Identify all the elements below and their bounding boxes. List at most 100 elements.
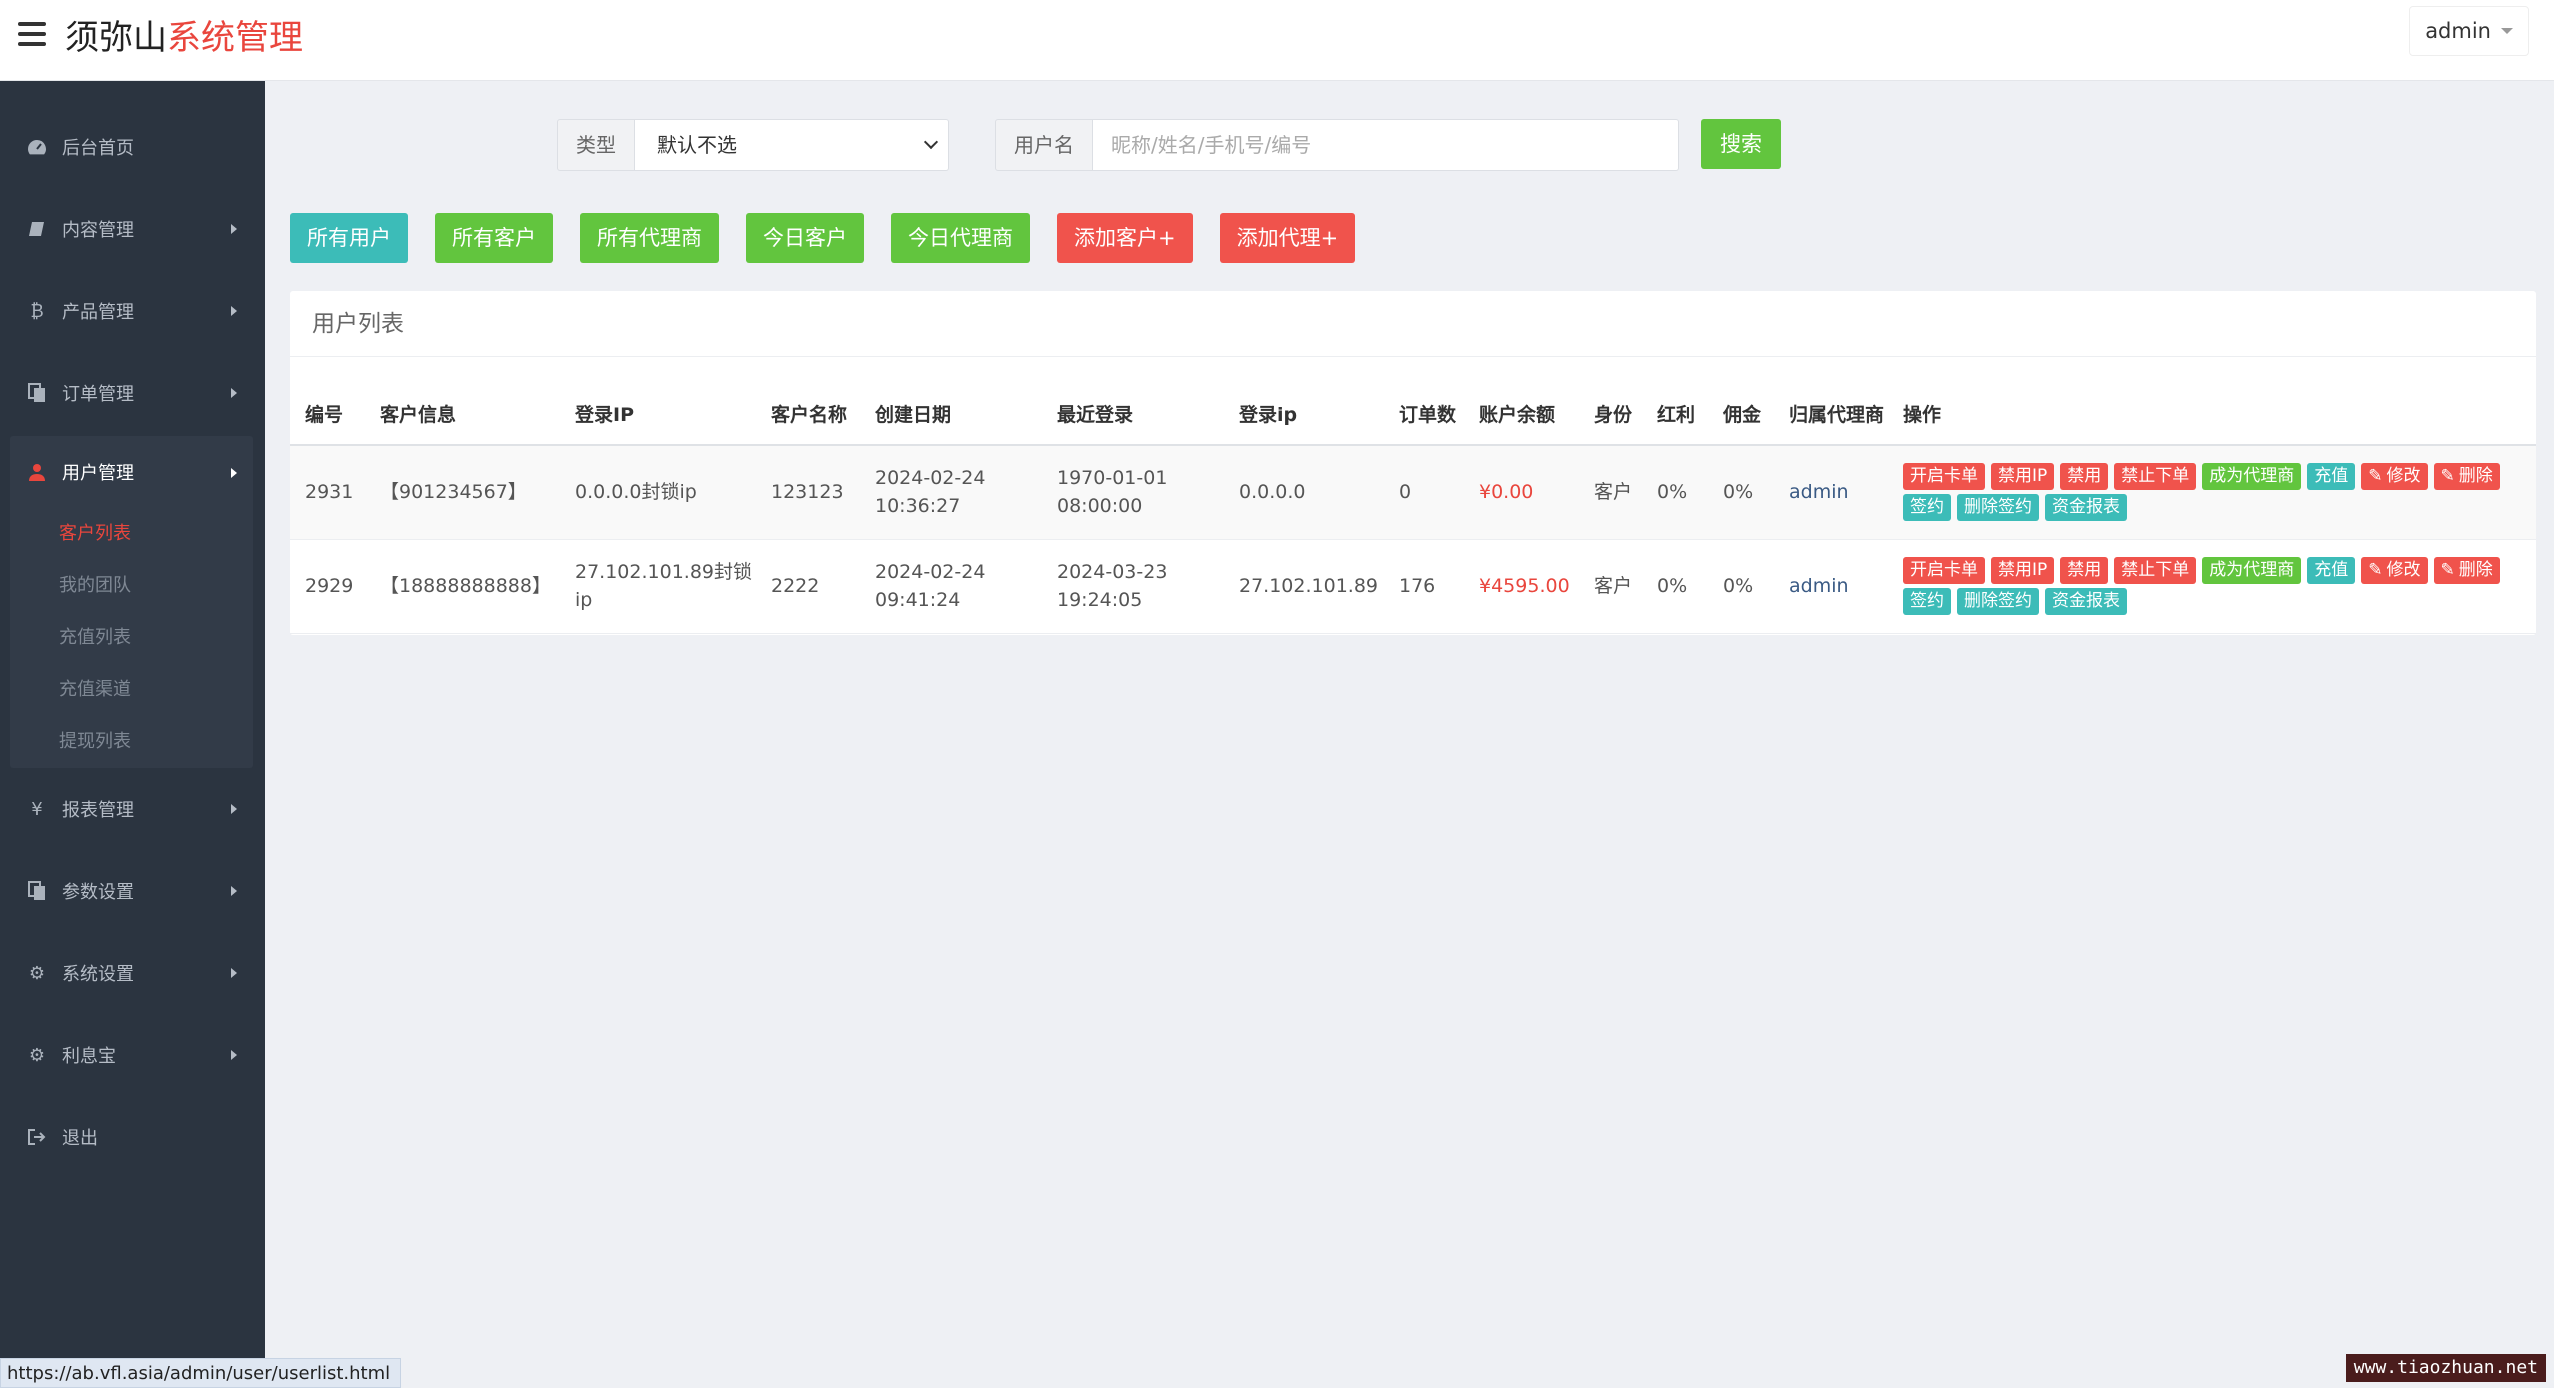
col-header: 客户信息 [365,357,560,446]
chevron-down-icon [2501,28,2513,34]
delete-sign-button[interactable]: 删除签约 [1957,588,2039,615]
bitcoin-icon: ₿ [30,300,44,322]
cell-ops: 开启卡单 禁用IP 禁用 禁止下单 成为代理商 充值 ✎ 修改 ✎ 删除 签约 删除… [1888,539,2536,634]
menu-toggle-icon[interactable] [18,22,46,48]
table-header-row: 编号 客户信息 登录IP 客户名称 创建日期 最近登录 登录ip 订单数 账户余… [290,357,2536,446]
user-list-panel: 用户列表 编号 客户信息 登录IP 客户名称 创建日期 最近登录 登录ip 订单… [290,291,2536,635]
ban-button[interactable]: 禁用 [2060,463,2109,491]
submenu-my-team[interactable]: 我的团队 [10,560,253,612]
cell-commission: 0% [1708,539,1774,634]
copy-icon [26,382,48,404]
filter-buttons: 所有用户 所有客户 所有代理商 今日客户 今日代理商 添加客户+ 添加代理+ [290,213,1356,263]
pencil-icon: ✎ [2440,466,2455,487]
cell-balance: ¥0.00 [1464,445,1579,540]
sidebar-item-content[interactable]: 内容管理 [0,188,265,270]
table-row: 2931 【901234567】 0.0.0.0封锁ip 123123 2024… [290,445,2536,540]
sidebar-item-reports[interactable]: ¥ 报表管理 [0,768,265,850]
col-header: 归属代理商 [1774,357,1888,446]
chevron-right-icon [231,804,237,814]
col-header: 订单数 [1384,357,1464,446]
chevron-right-icon [231,306,237,316]
sidebar-item-interest[interactable]: ⚙ 利息宝 [0,1014,265,1096]
open-card-button[interactable]: 开启卡单 [1903,463,1985,491]
cell-role: 客户 [1579,445,1642,540]
all-users-button[interactable]: 所有用户 [290,213,408,263]
edit-button[interactable]: ✎ 修改 [2361,463,2428,491]
add-agent-button[interactable]: 添加代理+ [1219,213,1356,263]
yen-icon: ¥ [31,798,43,820]
ban-ip-button[interactable]: 禁用IP [1991,463,2055,491]
delete-sign-button[interactable]: 删除签约 [1957,494,2039,522]
delete-button[interactable]: ✎ 删除 [2433,557,2500,584]
chevron-right-icon [231,468,237,478]
search-button[interactable]: 搜索 [1701,119,1781,169]
make-agent-button[interactable]: 成为代理商 [2202,557,2302,584]
type-select[interactable]: 默认不选 [635,119,949,171]
cell-bonus: 0% [1642,445,1708,540]
sidebar-item-logout[interactable]: 退出 [0,1096,265,1178]
delete-button[interactable]: ✎ 删除 [2433,463,2500,491]
sidebar-item-params[interactable]: 参数设置 [0,850,265,932]
col-header: 身份 [1579,357,1642,446]
make-agent-button[interactable]: 成为代理商 [2202,463,2302,491]
add-customer-button[interactable]: 添加客户+ [1057,213,1193,263]
sidebar-item-products[interactable]: ₿ 产品管理 [0,270,265,352]
brand-title: 须弥山系统管理 [65,16,303,60]
main-content: 类型 默认不选 用户名 昵称/姓名/手机号/编号 搜索 所有用户 所有客户 所有… [265,81,2554,1388]
sign-out-icon [26,1126,48,1148]
today-agents-button[interactable]: 今日代理商 [891,213,1030,263]
today-customers-button[interactable]: 今日客户 [746,213,864,263]
username-input[interactable]: 昵称/姓名/手机号/编号 [1093,119,1679,171]
sidebar-item-orders[interactable]: 订单管理 [0,352,265,434]
cell-id: 2931 [290,445,365,540]
cell-ip: 0.0.0.0 [1224,445,1384,540]
status-bar-url: https://ab.vfl.asia/admin/user/userlist.… [0,1358,402,1388]
user-menu-button[interactable]: admin [2409,6,2529,56]
fund-report-button[interactable]: 资金报表 [2045,588,2127,615]
chevron-right-icon [231,224,237,234]
pencil-icon: ✎ [2368,560,2383,580]
ban-order-button[interactable]: 禁止下单 [2114,557,2197,584]
submenu-withdraw-list[interactable]: 提现列表 [10,716,253,768]
chevron-right-icon [231,388,237,398]
col-header: 最近登录 [1042,357,1224,446]
cell-login-ip: 27.102.101.89封锁ip [560,539,756,634]
watermark: www.tiaozhuan.net [2345,1354,2546,1382]
sidebar-item-system[interactable]: ⚙ 系统设置 [0,932,265,1014]
col-header: 账户余额 [1464,357,1579,446]
submenu-recharge-channel[interactable]: 充值渠道 [10,664,253,716]
cell-agent-link[interactable]: admin [1774,445,1888,540]
all-agents-button[interactable]: 所有代理商 [580,213,719,263]
pencil-icon: ✎ [2368,466,2383,487]
fund-report-button[interactable]: 资金报表 [2045,494,2127,522]
ban-order-button[interactable]: 禁止下单 [2114,463,2197,491]
submenu-recharge-list[interactable]: 充值列表 [10,612,253,664]
cell-info: 【901234567】 [365,445,560,540]
col-header: 佣金 [1708,357,1774,446]
sign-button[interactable]: 签约 [1903,588,1951,615]
sign-button[interactable]: 签约 [1903,494,1951,522]
all-customers-button[interactable]: 所有客户 [435,213,553,263]
open-card-button[interactable]: 开启卡单 [1903,557,1985,584]
cell-id: 2929 [290,539,365,634]
brand-name: 须弥山 [65,18,167,58]
user-icon [26,461,48,483]
cell-bonus: 0% [1642,539,1708,634]
ban-ip-button[interactable]: 禁用IP [1991,557,2055,584]
edit-button[interactable]: ✎ 修改 [2361,557,2428,584]
chevron-down-icon [923,134,939,150]
sidebar-item-dashboard[interactable]: 后台首页 [0,106,265,188]
cell-agent-link[interactable]: admin [1774,539,1888,634]
cell-created: 2024-02-24 09:41:24 [860,539,1042,634]
cell-name: 2222 [756,539,860,634]
pencil-icon: ✎ [2440,560,2455,580]
recharge-button[interactable]: 充值 [2307,463,2356,491]
sidebar-item-users[interactable]: 用户管理 [10,436,253,508]
ban-button[interactable]: 禁用 [2060,557,2109,584]
top-header: 须弥山系统管理 admin [0,0,2554,81]
submenu-customer-list[interactable]: 客户列表 [10,508,253,560]
col-header: 客户名称 [756,357,860,446]
col-header: 红利 [1642,357,1708,446]
recharge-button[interactable]: 充值 [2307,557,2356,584]
cell-commission: 0% [1708,445,1774,540]
